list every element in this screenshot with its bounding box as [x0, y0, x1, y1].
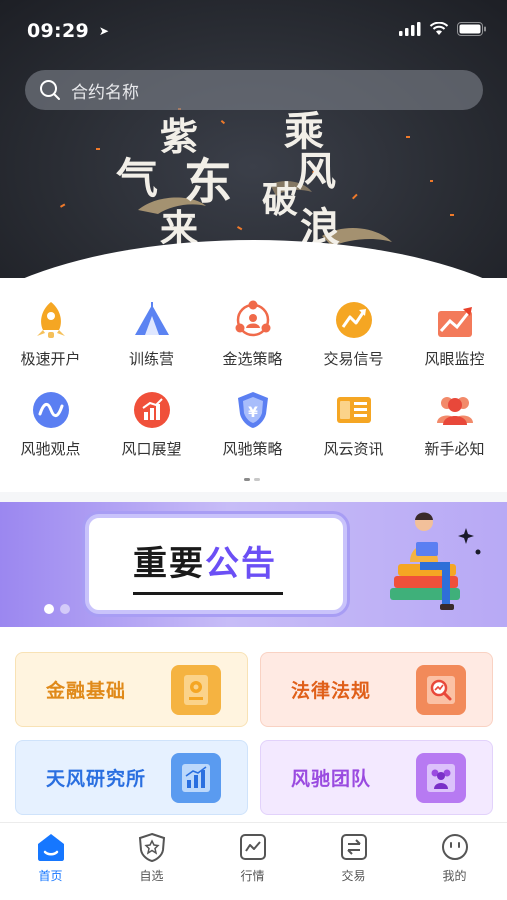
card-label: 天风研究所: [46, 768, 147, 790]
team-icon: [416, 753, 466, 803]
grid-label: 金选策略: [222, 350, 283, 368]
chart-icon: [237, 831, 269, 863]
status-bar: 09:29 ➤: [0, 0, 507, 62]
tab-trade[interactable]: 交易: [303, 831, 404, 884]
announcement-title-dark: 重要: [133, 544, 205, 584]
grid-item-wind-eye-monitor[interactable]: 风眼监控: [404, 298, 505, 369]
wifi-icon: [429, 22, 449, 35]
profile-icon: [439, 831, 471, 863]
svg-text:¥: ¥: [248, 405, 258, 421]
grid-label: 风驰策略: [222, 440, 283, 458]
card-team[interactable]: 风驰团队: [260, 740, 493, 815]
grid-item-news[interactable]: 风云资讯: [303, 388, 404, 459]
bar-chart-icon: [171, 753, 221, 803]
announcement-card: 重要公告: [85, 514, 347, 614]
poem-left-char-2: 气: [116, 154, 159, 203]
tab-home[interactable]: 首页: [0, 831, 101, 884]
grid-item-newbie-guide[interactable]: 新手必知: [404, 388, 505, 459]
grid-label: 风驰观点: [20, 440, 81, 458]
shield-yen-icon: ¥: [231, 388, 275, 432]
signal-icon: [332, 298, 376, 342]
section-divider: [0, 492, 507, 502]
tab-profile[interactable]: 我的: [404, 831, 505, 884]
network-icon: [231, 298, 275, 342]
announcement-title-accent: 公告: [205, 544, 277, 584]
users-icon: [433, 388, 477, 432]
magnifier-chart-icon: [416, 665, 466, 715]
grid-label: 训练营: [128, 350, 174, 368]
card-laws-regulations[interactable]: 法律法规: [260, 652, 493, 727]
tab-label: 行情: [240, 869, 265, 883]
banner-indicator: [44, 604, 70, 614]
grid-label: 风口展望: [121, 440, 182, 458]
hero-banner: 09:29 ➤ 合约名称 紫 气 东 来 乘 风 破 浪: [0, 0, 507, 278]
page-indicator: [244, 478, 260, 481]
poem-left-char-3: 东: [184, 154, 233, 210]
status-time-text: 09:29: [27, 20, 89, 42]
star-badge-icon: [136, 831, 168, 863]
exchange-icon: [338, 831, 370, 863]
tab-label: 首页: [38, 869, 63, 883]
card-label: 法律法规: [291, 680, 372, 702]
grid-label: 风云资讯: [323, 440, 384, 458]
grid-label: 极速开户: [20, 350, 81, 368]
grid-item-trade-signal[interactable]: 交易信号: [303, 298, 404, 369]
announcement-underline: [133, 592, 283, 595]
card-finance-basics[interactable]: 金融基础: [15, 652, 248, 727]
banner-dot: [60, 604, 70, 614]
card-label: 风驰团队: [291, 768, 372, 790]
grid-label: 风眼监控: [424, 350, 485, 368]
bottom-tab-bar: 首页 自选 行情 交易 我的: [0, 822, 507, 900]
tab-label: 我的: [442, 869, 467, 883]
location-arrow-icon: ➤: [98, 24, 110, 38]
poem-right-char-3: 破: [262, 179, 299, 221]
search-icon: [40, 80, 60, 100]
tab-market[interactable]: 行情: [202, 831, 303, 884]
announcement-banner[interactable]: 重要公告: [0, 502, 507, 627]
bar-chart-icon: [130, 388, 174, 432]
rocket-icon: [29, 298, 73, 342]
tent-icon: [130, 298, 174, 342]
poem-right-char-1: 乘: [284, 108, 324, 155]
status-time: 09:29 ➤: [27, 20, 109, 42]
banner-dot-active: [44, 604, 54, 614]
grid-item-training-camp[interactable]: 训练营: [101, 298, 202, 369]
grid-item-outlook[interactable]: 风口展望: [101, 388, 202, 459]
poem-right-char-2: 风: [296, 148, 336, 195]
card-label: 金融基础: [46, 680, 127, 702]
tab-label: 交易: [341, 869, 366, 883]
gear-badge-icon: [171, 665, 221, 715]
grid-label: 交易信号: [323, 350, 384, 368]
page-dot-active: [244, 478, 250, 481]
poem-left-char-1: 紫: [160, 114, 199, 159]
card-research-institute[interactable]: 天风研究所: [15, 740, 248, 815]
status-icons: [399, 22, 487, 36]
grid-item-viewpoints[interactable]: 风驰观点: [0, 388, 101, 459]
search-bar[interactable]: 合约名称: [25, 70, 483, 110]
announcement-title: 重要公告: [133, 536, 277, 585]
grid-label: 新手必知: [424, 440, 485, 458]
search-placeholder: 合约名称: [71, 82, 139, 103]
page-dot: [254, 478, 260, 481]
grid-item-account-open[interactable]: 极速开户: [0, 298, 101, 369]
grid-item-strategy[interactable]: ¥ 风驰策略: [202, 388, 303, 459]
news-icon: [332, 388, 376, 432]
tab-label: 自选: [139, 869, 164, 883]
reader-illustration: [390, 512, 481, 610]
tab-watchlist[interactable]: 自选: [101, 831, 202, 884]
cellular-signal-icon: [399, 22, 421, 36]
grid-item-gold-strategy[interactable]: 金选策略: [202, 298, 303, 369]
home-icon: [35, 831, 67, 863]
wave-icon: [29, 388, 73, 432]
trend-up-icon: [433, 298, 477, 342]
battery-icon: [457, 22, 486, 36]
